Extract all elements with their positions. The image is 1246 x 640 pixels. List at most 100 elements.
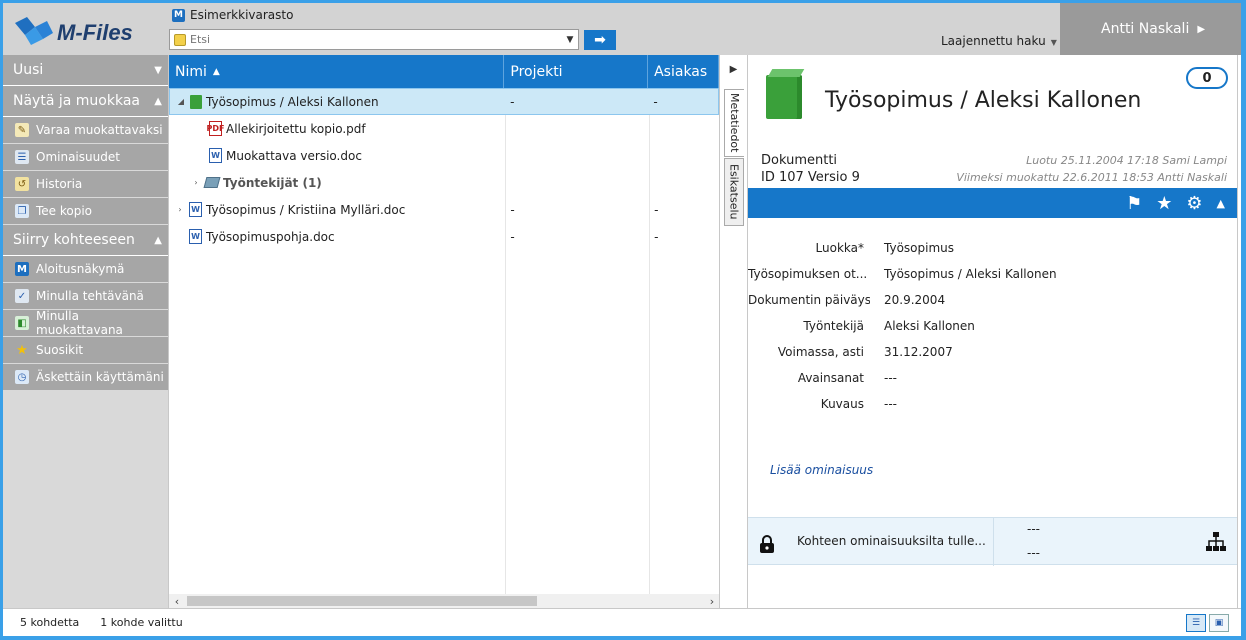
word-file-icon: W: [189, 202, 202, 217]
property-value[interactable]: 31.12.2007: [870, 345, 953, 359]
collapse-icon[interactable]: ▲: [1217, 197, 1225, 210]
table-row[interactable]: PDF Allekirjoitettu kopio.pdf: [169, 115, 719, 142]
scrollbar-thumb[interactable]: [187, 596, 537, 606]
row-name: Työsopimus / Kristiina Mylläri.doc: [206, 202, 406, 217]
advanced-search-toggle[interactable]: Laajennettu haku ▼: [941, 34, 1057, 48]
pane-tabs: ▶ Metatiedot Esikatselu: [719, 55, 747, 608]
workflow-hierarchy-icon[interactable]: [1205, 531, 1227, 553]
lock-icon: [760, 535, 774, 553]
property-row[interactable]: Luokka* Työsopimus: [748, 235, 1237, 261]
checked-out-icon: ◧: [15, 316, 29, 330]
row-name: Muokattava versio.doc: [226, 148, 362, 163]
table-row[interactable]: W Muokattava versio.doc: [169, 142, 719, 169]
row-project: -: [510, 202, 515, 217]
property-row[interactable]: Avainsanat ---: [748, 365, 1237, 391]
column-header-name[interactable]: Nimi ▲: [169, 55, 505, 88]
sidebar-item-label: Minulla muokattavana: [36, 309, 123, 337]
properties-icon: ☰: [15, 150, 29, 164]
star-icon[interactable]: ★: [1156, 193, 1172, 214]
flag-icon[interactable]: ⚑: [1126, 193, 1142, 214]
tab-preview[interactable]: Esikatselu: [724, 158, 744, 226]
m-files-logo[interactable]: M-Files: [13, 13, 163, 49]
property-value[interactable]: Työsopimus / Aleksi Kallonen: [870, 267, 1057, 281]
row-customer: -: [653, 94, 658, 109]
sidebar-item-check-out[interactable]: ✎ Varaa muokattavaksi: [3, 117, 168, 144]
object-info: Dokumentti ID 107 Versio 9: [761, 152, 860, 186]
tab-metadata[interactable]: Metatiedot: [724, 89, 744, 157]
vault-name[interactable]: M Esimerkkivarasto: [172, 8, 293, 22]
property-value[interactable]: Aleksi Kallonen: [870, 319, 975, 333]
table-row[interactable]: W Työsopimuspohja.doc - -: [169, 223, 719, 250]
column-header-label: Projekti: [510, 63, 563, 80]
details-view-icon[interactable]: ☰: [1186, 614, 1206, 632]
property-value[interactable]: Työsopimus: [870, 241, 954, 255]
object-type: Dokumentti: [761, 153, 838, 168]
row-project: -: [510, 229, 515, 244]
row-project: -: [510, 94, 515, 109]
column-headers: Nimi ▲ Projekti Asiakas: [169, 55, 719, 88]
sidebar-item-make-copy[interactable]: ❐ Tee kopio: [3, 198, 168, 225]
table-row[interactable]: › Työntekijät (1): [169, 169, 719, 196]
metadata-toolbar: ⚑ ★ ⚙ ▲: [748, 188, 1237, 218]
user-menu[interactable]: Antti Naskali ▶: [1060, 3, 1241, 55]
sort-ascending-icon: ▲: [212, 66, 220, 77]
new-menu[interactable]: Uusi ▼: [3, 55, 168, 86]
collapse-triangle-icon: ▲: [154, 95, 162, 107]
permissions-bar: Kohteen ominaisuuksilta tulle... --- ---: [748, 517, 1237, 566]
comments-count: 0: [1202, 70, 1212, 86]
state-value[interactable]: ---: [1027, 546, 1040, 560]
vault-icon: M: [172, 8, 185, 22]
view-edit-section-header[interactable]: Näytä ja muokkaa ▲: [3, 86, 168, 117]
scroll-right-icon[interactable]: ›: [704, 595, 720, 608]
permissions-text[interactable]: Kohteen ominaisuuksilta tulle...: [797, 534, 986, 548]
sidebar-item-checked-out-to-me[interactable]: ◧ Minulla muokattavana: [3, 309, 168, 337]
sidebar-item-assigned-to-me[interactable]: ✓ Minulla tehtävänä: [3, 283, 168, 310]
property-row[interactable]: Kuvaus ---: [748, 391, 1237, 417]
home-icon: M: [15, 262, 29, 276]
app-window: M-Files M Esimerkkivarasto ▼ ➡ Laajennet…: [3, 3, 1241, 636]
chevron-right-icon[interactable]: ›: [191, 178, 201, 187]
sidebar-item-recently-accessed[interactable]: ◷ Äskettäin käyttämäni: [3, 364, 168, 391]
copy-icon: ❐: [15, 204, 29, 218]
search-input[interactable]: [190, 33, 562, 46]
sidebar-item-home[interactable]: M Aloitusnäkymä: [3, 256, 168, 283]
column-header-customer[interactable]: Asiakas: [648, 55, 719, 88]
row-customer: -: [654, 202, 659, 217]
property-row[interactable]: Voimassa, asti 31.12.2007: [748, 339, 1237, 365]
search-button[interactable]: ➡: [584, 30, 616, 50]
gear-icon[interactable]: ⚙: [1186, 193, 1202, 214]
chevron-down-icon: ▼: [1050, 38, 1057, 47]
preview-view-icon[interactable]: ▣: [1209, 614, 1229, 632]
property-row[interactable]: Työntekijä Aleksi Kallonen: [748, 313, 1237, 339]
goto-section-header[interactable]: Siirry kohteeseen ▲: [3, 225, 168, 256]
search-box[interactable]: ▼: [169, 29, 579, 50]
table-row[interactable]: › W Työsopimus / Kristiina Mylläri.doc - -: [169, 196, 719, 223]
sidebar-item-label: Suosikit: [36, 343, 84, 357]
scroll-left-icon[interactable]: ‹: [169, 595, 185, 608]
chevron-right-icon[interactable]: ›: [175, 205, 185, 214]
sidebar-item-properties[interactable]: ☰ Ominaisuudet: [3, 144, 168, 171]
chevron-down-icon[interactable]: ▼: [562, 35, 578, 45]
relationship-group-icon: [203, 177, 221, 188]
table-row[interactable]: ◢ Työsopimus / Aleksi Kallonen - -: [169, 88, 719, 115]
property-value[interactable]: 20.9.2004: [870, 293, 945, 307]
comments-button[interactable]: 0: [1186, 67, 1228, 89]
property-name: Työntekijä: [803, 319, 864, 333]
property-value[interactable]: ---: [870, 397, 897, 411]
collapse-pane-icon[interactable]: ▶: [720, 64, 747, 75]
row-name: Työsopimus / Aleksi Kallonen: [206, 94, 379, 109]
scrollbar-track[interactable]: [185, 596, 704, 606]
section-title: Siirry kohteeseen: [13, 232, 135, 248]
property-row[interactable]: Työsopimuksen ot... * Työsopimus / Aleksi…: [748, 261, 1237, 287]
property-row[interactable]: Dokumentin päiväys* 20.9.2004: [748, 287, 1237, 313]
expanded-triangle-icon[interactable]: ◢: [176, 97, 186, 106]
sidebar-item-history[interactable]: ↺ Historia: [3, 171, 168, 198]
created-info: Luotu 25.11.2004 17:18 Sami Lampi: [1026, 154, 1227, 167]
workflow-value[interactable]: ---: [1027, 522, 1040, 536]
add-property-link[interactable]: Lisää ominaisuus: [770, 463, 873, 477]
row-name: Allekirjoitettu kopio.pdf: [226, 121, 366, 136]
column-header-project[interactable]: Projekti: [504, 55, 649, 88]
sidebar-item-favorites[interactable]: ★ Suosikit: [3, 337, 168, 364]
horizontal-scrollbar[interactable]: ‹ ›: [169, 594, 720, 608]
property-value[interactable]: ---: [870, 371, 897, 385]
